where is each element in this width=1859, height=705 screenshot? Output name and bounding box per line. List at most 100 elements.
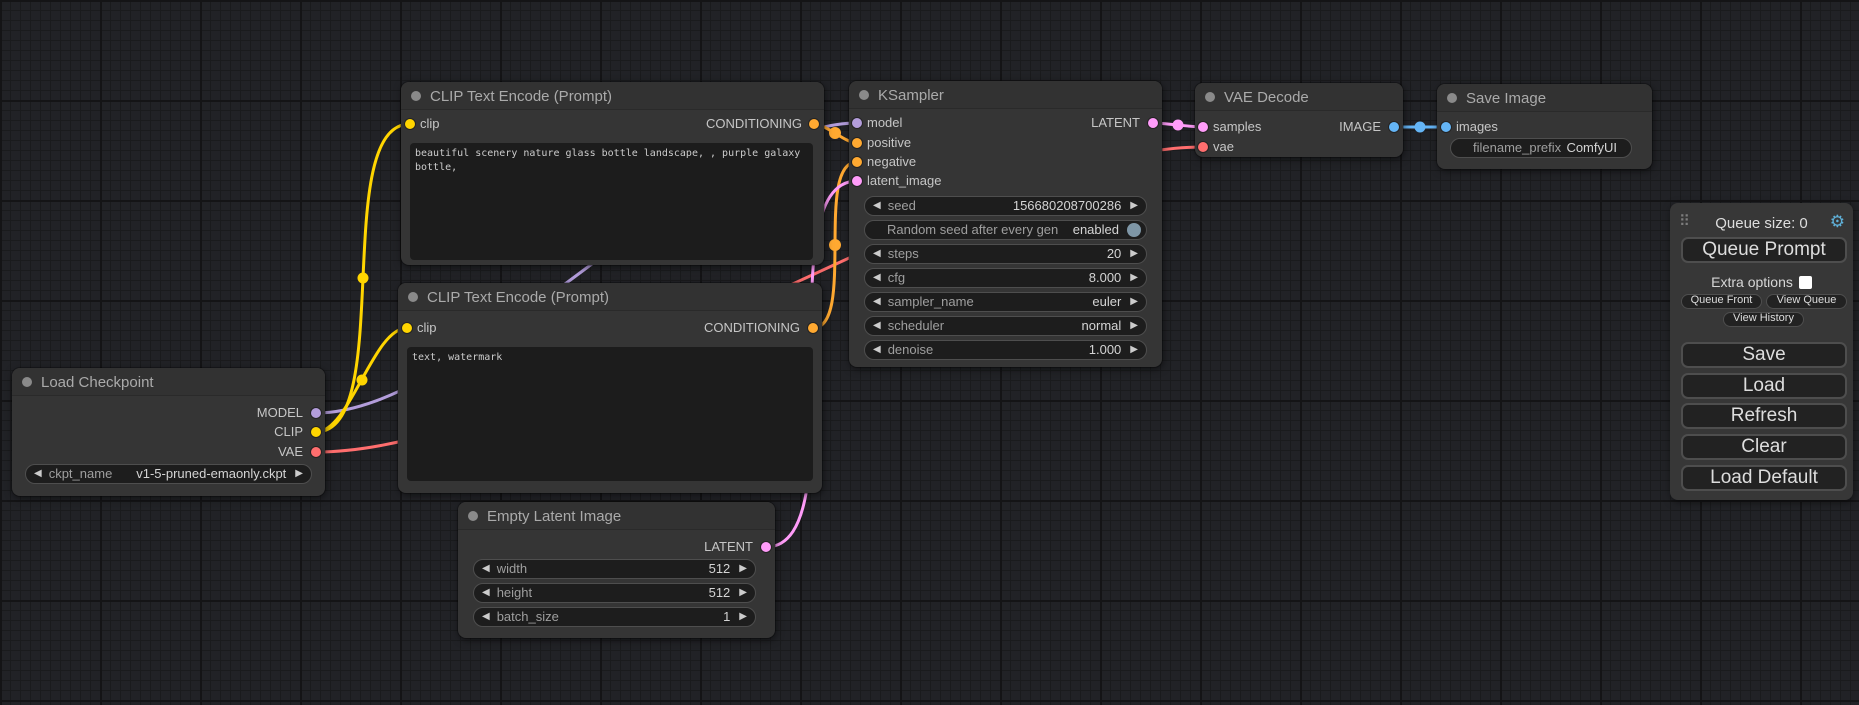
node-title-bar[interactable]: VAE Decode — [1195, 83, 1403, 111]
queue-size-label: Queue size: 0 — [1670, 215, 1853, 232]
decrement-arrow-icon[interactable]: ◀ — [873, 317, 881, 335]
collapse-dot-icon[interactable] — [408, 292, 418, 302]
widget-cfg[interactable]: ◀ cfg 8.000 ▶ — [864, 268, 1147, 288]
queue-front-button[interactable]: Queue Front — [1681, 294, 1762, 309]
node-ksampler[interactable]: KSampler model positive negative latent_… — [849, 81, 1162, 367]
widget-label: width — [497, 560, 527, 578]
collapse-dot-icon[interactable] — [859, 90, 869, 100]
input-slot-positive[interactable] — [852, 138, 862, 148]
load-button[interactable]: Load — [1681, 373, 1847, 399]
prompt-textarea[interactable]: text, watermark — [407, 347, 813, 481]
decrement-arrow-icon[interactable]: ◀ — [873, 245, 881, 263]
node-empty-latent-image[interactable]: Empty Latent Image LATENT ◀ width 512 ▶ … — [458, 502, 775, 638]
input-label-images: images — [1456, 119, 1498, 135]
output-slot-vae[interactable] — [311, 447, 321, 457]
collapse-dot-icon[interactable] — [1205, 92, 1215, 102]
collapse-dot-icon[interactable] — [468, 511, 478, 521]
increment-arrow-icon[interactable]: ▶ — [1130, 293, 1138, 311]
decrement-arrow-icon[interactable]: ◀ — [873, 341, 881, 359]
queue-prompt-button[interactable]: Queue Prompt — [1681, 237, 1847, 263]
widget-label: batch_size — [497, 608, 559, 626]
gear-icon[interactable]: ⚙ — [1830, 213, 1845, 231]
output-slot-clip[interactable] — [311, 427, 321, 437]
widget-random-seed[interactable]: Random seed after every gen enabled — [864, 220, 1147, 240]
collapse-dot-icon[interactable] — [411, 91, 421, 101]
input-slot-samples[interactable] — [1198, 122, 1208, 132]
widget-ckpt-name[interactable]: ◀ ckpt_name v1-5-pruned-emaonly.ckpt ▶ — [25, 464, 312, 484]
node-vae-decode[interactable]: VAE Decode samples vae IMAGE — [1195, 83, 1403, 157]
output-slot-conditioning[interactable] — [808, 323, 818, 333]
input-slot-clip[interactable] — [402, 323, 412, 333]
prompt-textarea[interactable]: beautiful scenery nature glass bottle la… — [410, 143, 813, 260]
output-slot-image[interactable] — [1389, 122, 1399, 132]
view-queue-button[interactable]: View Queue — [1766, 294, 1847, 309]
node-save-image[interactable]: Save Image images filename_prefix ComfyU… — [1437, 84, 1652, 169]
input-slot-negative[interactable] — [852, 157, 862, 167]
input-label-clip: clip — [420, 116, 440, 132]
decrement-arrow-icon[interactable]: ◀ — [482, 608, 490, 626]
increment-arrow-icon[interactable]: ▶ — [739, 584, 747, 602]
toggle-icon[interactable] — [1127, 223, 1141, 237]
node-clip-text-encode-negative[interactable]: CLIP Text Encode (Prompt) clip CONDITION… — [398, 283, 822, 493]
input-slot-model[interactable] — [852, 118, 862, 128]
view-history-button[interactable]: View History — [1723, 312, 1804, 327]
increment-arrow-icon[interactable]: ▶ — [739, 560, 747, 578]
input-label-model: model — [867, 115, 902, 131]
decrement-arrow-icon[interactable]: ◀ — [873, 293, 881, 311]
widget-label: cfg — [888, 269, 905, 287]
widget-seed[interactable]: ◀ seed 156680208700286 ▶ — [864, 196, 1147, 216]
node-load-checkpoint[interactable]: Load Checkpoint MODEL CLIP VAE ◀ ckpt_na… — [12, 368, 325, 496]
output-slot-latent[interactable] — [1148, 118, 1158, 128]
save-button[interactable]: Save — [1681, 342, 1847, 368]
collapse-dot-icon[interactable] — [1447, 93, 1457, 103]
input-slot-images[interactable] — [1441, 122, 1451, 132]
input-slot-latent-image[interactable] — [852, 176, 862, 186]
input-label-clip: clip — [417, 320, 437, 336]
widget-sampler-name[interactable]: ◀ sampler_name euler ▶ — [864, 292, 1147, 312]
widget-value: euler — [974, 293, 1122, 311]
increment-arrow-icon[interactable]: ▶ — [739, 608, 747, 626]
node-title-bar[interactable]: KSampler — [849, 81, 1162, 109]
decrement-arrow-icon[interactable]: ◀ — [482, 584, 490, 602]
input-label-samples: samples — [1213, 119, 1261, 135]
widget-value: 156680208700286 — [916, 197, 1121, 215]
widget-value: enabled — [1058, 221, 1119, 239]
widget-filename-prefix[interactable]: filename_prefix ComfyUI — [1450, 138, 1632, 158]
node-title: CLIP Text Encode (Prompt) — [430, 88, 612, 105]
input-slot-vae[interactable] — [1198, 142, 1208, 152]
output-slot-model[interactable] — [311, 408, 321, 418]
decrement-arrow-icon[interactable]: ◀ — [482, 560, 490, 578]
node-title-bar[interactable]: Save Image — [1437, 84, 1652, 112]
decrement-arrow-icon[interactable]: ◀ — [34, 465, 42, 483]
increment-arrow-icon[interactable]: ▶ — [1130, 269, 1138, 287]
increment-arrow-icon[interactable]: ▶ — [1130, 341, 1138, 359]
node-title-bar[interactable]: Load Checkpoint — [12, 368, 325, 396]
widget-value: 512 — [527, 560, 730, 578]
output-slot-conditioning[interactable] — [809, 119, 819, 129]
widget-scheduler[interactable]: ◀ scheduler normal ▶ — [864, 316, 1147, 336]
clear-button[interactable]: Clear — [1681, 434, 1847, 460]
node-title-bar[interactable]: Empty Latent Image — [458, 502, 775, 530]
extra-options-checkbox[interactable] — [1799, 276, 1812, 289]
node-graph-canvas[interactable]: Load Checkpoint MODEL CLIP VAE ◀ ckpt_na… — [0, 0, 1859, 705]
widget-steps[interactable]: ◀ steps 20 ▶ — [864, 244, 1147, 264]
wire-dot-image — [1415, 122, 1426, 133]
widget-height[interactable]: ◀ height 512 ▶ — [473, 583, 756, 603]
increment-arrow-icon[interactable]: ▶ — [1130, 197, 1138, 215]
widget-batch-size[interactable]: ◀ batch_size 1 ▶ — [473, 607, 756, 627]
increment-arrow-icon[interactable]: ▶ — [295, 465, 303, 483]
node-title-bar[interactable]: CLIP Text Encode (Prompt) — [398, 283, 822, 311]
refresh-button[interactable]: Refresh — [1681, 403, 1847, 429]
widget-denoise[interactable]: ◀ denoise 1.000 ▶ — [864, 340, 1147, 360]
increment-arrow-icon[interactable]: ▶ — [1130, 317, 1138, 335]
load-default-button[interactable]: Load Default — [1681, 465, 1847, 491]
increment-arrow-icon[interactable]: ▶ — [1130, 245, 1138, 263]
output-slot-latent[interactable] — [761, 542, 771, 552]
decrement-arrow-icon[interactable]: ◀ — [873, 197, 881, 215]
decrement-arrow-icon[interactable]: ◀ — [873, 269, 881, 287]
collapse-dot-icon[interactable] — [22, 377, 32, 387]
input-slot-clip[interactable] — [405, 119, 415, 129]
widget-width[interactable]: ◀ width 512 ▶ — [473, 559, 756, 579]
node-clip-text-encode-positive[interactable]: CLIP Text Encode (Prompt) clip CONDITION… — [401, 82, 824, 265]
node-title-bar[interactable]: CLIP Text Encode (Prompt) — [401, 82, 824, 110]
